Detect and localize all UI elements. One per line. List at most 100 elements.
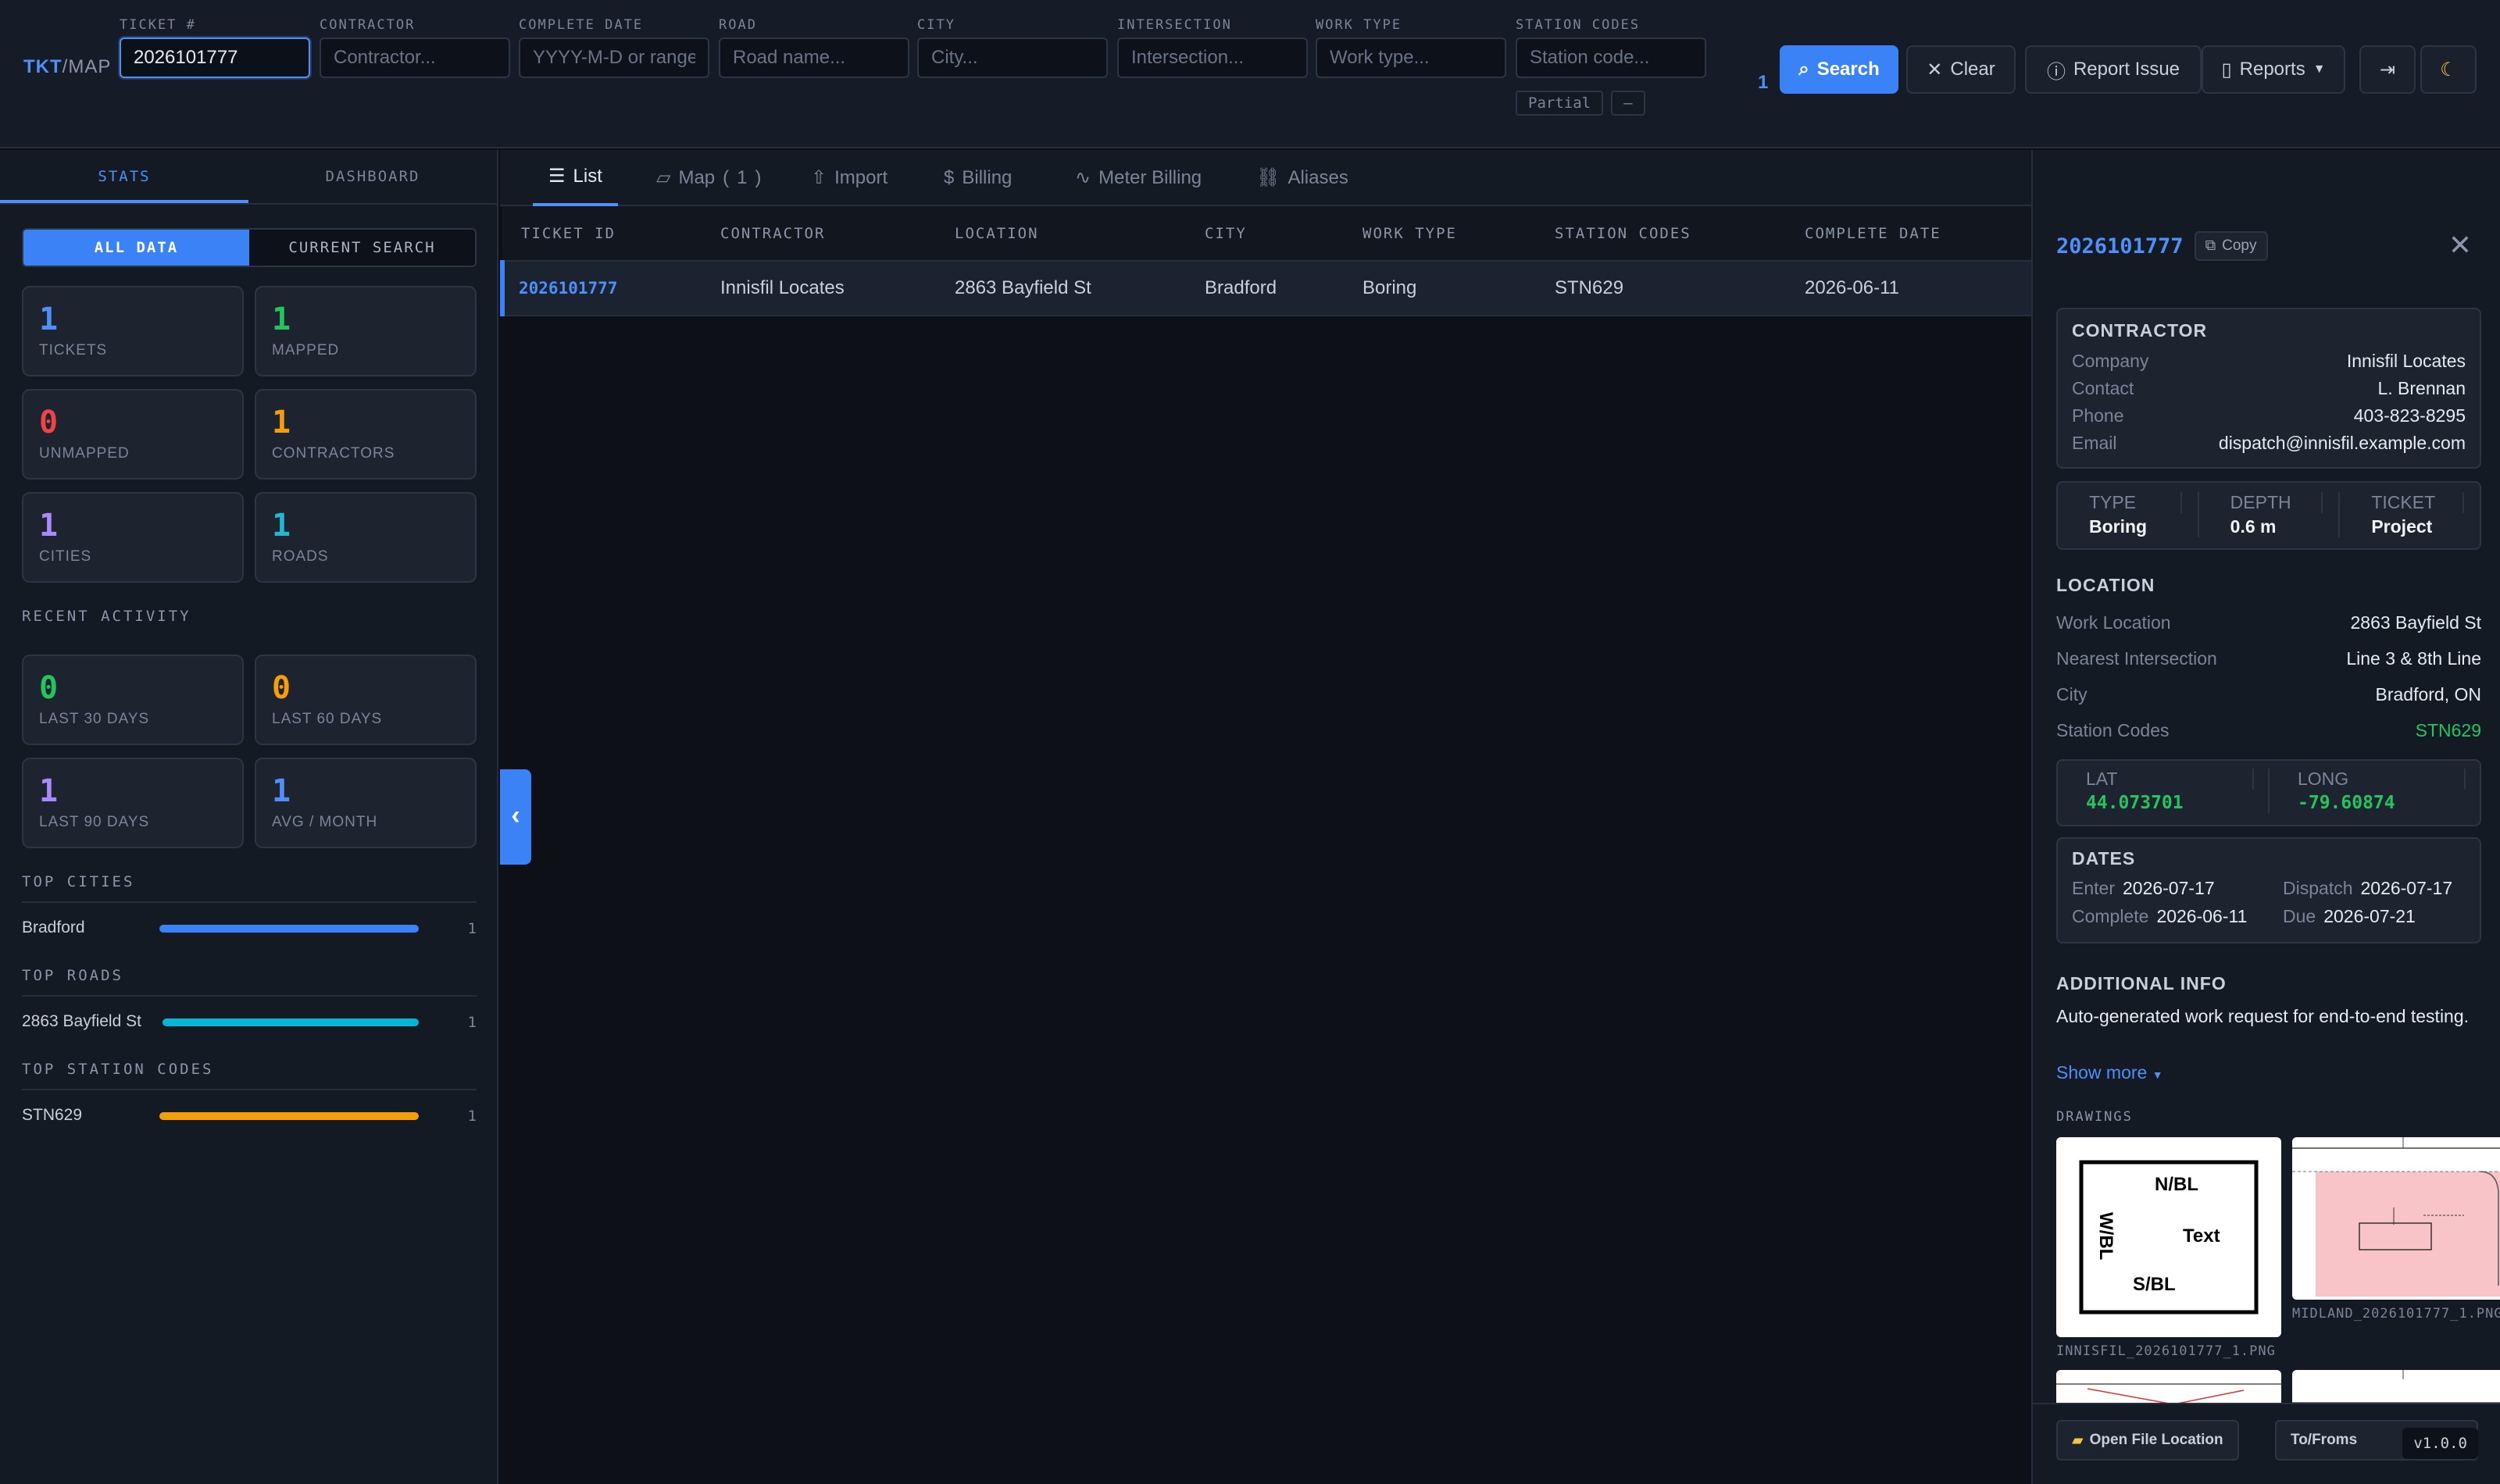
open-file-location-button[interactable]: ▰ Open File Location (2056, 1420, 2239, 1461)
collapse-sidebar-button[interactable]: ‹ (500, 769, 531, 865)
drawings-title: DRAWINGS (2056, 1109, 2133, 1125)
stats-sidebar: STATS DASHBOARD ALL DATA CURRENT SEARCH … (0, 150, 498, 1484)
top-city-row: Bradford 1 (22, 919, 477, 937)
coordinates-box: LAT 44.073701 LONG -79.60874 (2056, 759, 2481, 826)
tab-stats[interactable]: STATS (0, 150, 248, 203)
additional-info-title: ADDITIONAL INFO (2056, 973, 2227, 993)
dates-box: DATES Enter 2026-07-17 Dispatch 2026-07-17… (2056, 837, 2481, 944)
table-header-row: TICKET ID CONTRACTOR LOCATION CITY WORK … (502, 206, 2031, 262)
stat-card-last-90-days: 1 LAST 90 DAYS (22, 758, 244, 848)
ticket-detail-panel: 2026101777 ⧉ Copy ✕ CONTRACTOR Company In… (2031, 150, 2500, 1484)
contractor-input[interactable] (320, 37, 510, 78)
contractor-phone-row: Phone 403-823-8295 (2072, 405, 2466, 426)
road-input[interactable] (719, 37, 909, 78)
table-row[interactable]: 2026101777 Innisfil Locates 2863 Bayfiel… (500, 261, 2031, 316)
stat-card-roads: 1 ROADS (255, 492, 477, 583)
meta-ticket: TICKET Project (2340, 492, 2480, 537)
link-icon: ⛓ (1256, 167, 1280, 188)
tab-dashboard[interactable]: DASHBOARD (248, 150, 497, 203)
detail-header: 2026101777 ⧉ Copy (2056, 231, 2268, 261)
city-cell: Bradford (1186, 261, 1344, 316)
stat-card-tickets: 1 TICKETS (22, 286, 244, 376)
work-type-field: WORK TYPE (1316, 17, 1506, 78)
complete-date: 2026-06-11 (2156, 905, 2248, 926)
intersection-input[interactable] (1117, 37, 1308, 78)
tab-aliases[interactable]: ⛓ Aliases (1241, 150, 1364, 206)
column-header[interactable]: LOCATION (936, 206, 1186, 262)
copy-button[interactable]: ⧉ Copy (2194, 231, 2268, 261)
ticket-meta-box: TYPE Boring DEPTH 0.6 m TICKET Project (2056, 481, 2481, 550)
logout-button[interactable]: ⇥ (2359, 45, 2416, 94)
chevron-down-icon: ▼ (2152, 1068, 2163, 1081)
tickets-table: TICKET ID CONTRACTOR LOCATION CITY WORK … (500, 206, 2031, 316)
stat-card-avg-month: 1 AVG / MONTH (255, 758, 477, 848)
tab-billing[interactable]: $ Billing (928, 150, 1027, 206)
station-match-options: Partial – (1516, 91, 1645, 116)
divider (22, 1089, 477, 1090)
chevron-left-icon: ‹ (511, 801, 520, 830)
ticket-number-input[interactable] (120, 37, 310, 78)
complete-date-input[interactable] (519, 37, 709, 78)
column-header[interactable]: COMPLETE DATE (1786, 206, 2031, 262)
ticket-number-field: TICKET # (120, 17, 310, 78)
drawing-thumbnail[interactable] (2292, 1137, 2500, 1300)
station-clear-toggle[interactable]: – (1611, 91, 1645, 116)
tab-list[interactable]: ☰ List (533, 150, 618, 206)
tab-meter-billing[interactable]: ∿ Meter Billing (1059, 150, 1217, 206)
list-icon: ☰ (548, 166, 566, 187)
tab-import[interactable]: ⇧ Import (795, 150, 903, 206)
city-row: City Bradford, ON (2056, 684, 2481, 705)
theme-toggle-button[interactable]: ☾ (2420, 45, 2477, 94)
stat-card-mapped: 1 MAPPED (255, 286, 477, 376)
search-button[interactable]: ⌕ Search (1780, 45, 1898, 94)
detail-footer: ▰ Open File Location To/Froms v1.0.0 (2033, 1403, 2500, 1484)
ticket-id-cell[interactable]: 2026101777 (500, 261, 702, 316)
drawing-label-south: S/BL (2133, 1274, 2176, 1295)
city-field: CITY (917, 17, 1108, 78)
column-header[interactable]: CITY (1186, 206, 1344, 262)
top-bar: TKT/MAP TICKET # CONTRACTOR COMPLETE DAT… (0, 0, 2500, 148)
contractor-company-row: Company Innisfil Locates (2072, 351, 2466, 371)
stat-card-last-30-days: 0 LAST 30 DAYS (22, 655, 244, 745)
enter-date: 2026-07-17 (2122, 877, 2215, 898)
location-title: LOCATION (2056, 575, 2155, 595)
column-header[interactable]: CONTRACTOR (702, 206, 936, 262)
close-icon[interactable]: ✕ (2448, 231, 2472, 259)
contractor-box: CONTRACTOR Company Innisfil Locates Conta… (2056, 308, 2481, 469)
scope-all-data[interactable]: ALL DATA (23, 230, 249, 266)
logout-icon: ⇥ (2379, 59, 2396, 80)
top-station-bar (159, 1112, 419, 1120)
show-more-link[interactable]: Show more ▼ (2056, 1062, 2163, 1083)
work-type-input[interactable] (1316, 37, 1506, 78)
data-scope-toggle: ALL DATA CURRENT SEARCH (22, 228, 477, 267)
drawing-caption: INNISFIL_2026101777_1.PNG (2056, 1343, 2276, 1359)
scope-current-search[interactable]: CURRENT SEARCH (249, 230, 475, 266)
site-plan-sketch (2292, 1137, 2500, 1300)
contractor-contact-row: Contact L. Brennan (2072, 378, 2466, 398)
copy-icon: ⧉ (2205, 237, 2216, 254)
contractor-title: CONTRACTOR (2072, 320, 2208, 341)
document-icon: ▯ (2221, 59, 2232, 80)
clear-button[interactable]: ✕ Clear (1906, 45, 2016, 94)
contractor-email-row: Email dispatch@innisfil.example.com (2072, 433, 2466, 453)
partial-match-toggle[interactable]: Partial (1516, 91, 1604, 116)
column-header[interactable]: STATION CODES (1536, 206, 1786, 262)
detail-ticket-id[interactable]: 2026101777 (2056, 234, 2184, 259)
column-header[interactable]: WORK TYPE (1344, 206, 1536, 262)
stat-card-cities: 1 CITIES (22, 492, 244, 583)
station-codes-input[interactable] (1516, 37, 1706, 78)
drawing-thumbnail[interactable]: N/BL Text S/BL W/BL (2056, 1137, 2281, 1337)
work-location-row: Work Location 2863 Bayfield St (2056, 612, 2481, 633)
stat-card-last-60-days: 0 LAST 60 DAYS (255, 655, 477, 745)
city-input[interactable] (917, 37, 1108, 78)
latitude: LAT 44.073701 (2058, 769, 2270, 813)
top-city-bar (159, 925, 419, 933)
info-circle-icon: ⓘ (2046, 61, 2066, 83)
meta-type: TYPE Boring (2058, 492, 2199, 537)
report-issue-button[interactable]: ⓘ Report Issue (2025, 45, 2202, 94)
column-header[interactable]: TICKET ID (502, 206, 702, 262)
station-codes-cell: STN629 (1536, 261, 1786, 316)
reports-button[interactable]: ▯ Reports ▼ (2202, 45, 2345, 94)
tab-map[interactable]: ▱ Map (1) (641, 150, 777, 206)
divider (22, 901, 477, 903)
